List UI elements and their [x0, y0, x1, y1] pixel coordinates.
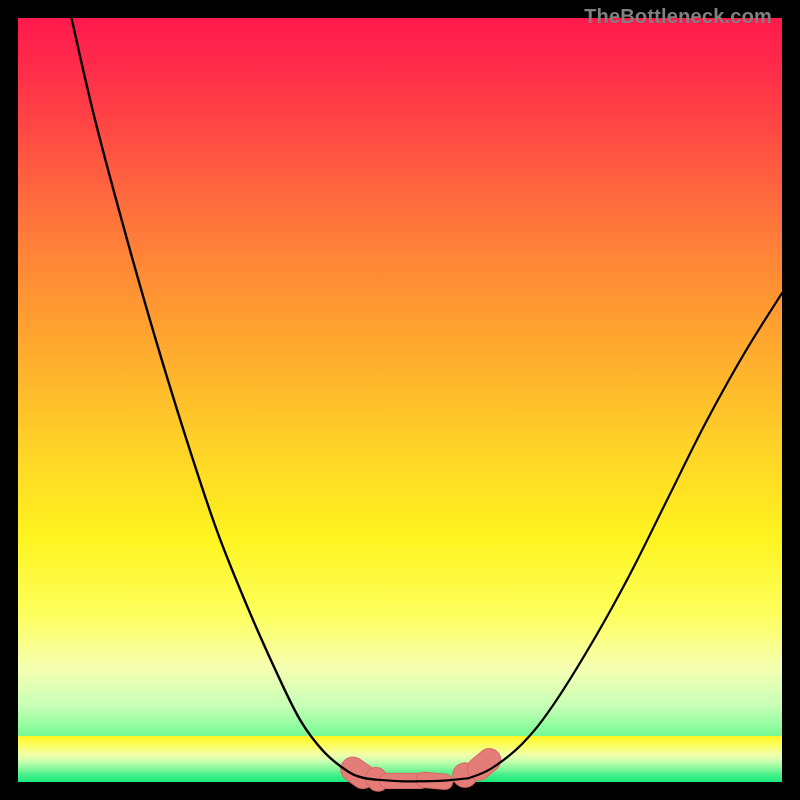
right-curve-line: [469, 293, 782, 778]
valley-blobs-group: [336, 744, 506, 796]
watermark-text: TheBottleneck.com: [584, 6, 772, 29]
chart-plot-area: [18, 18, 782, 782]
outer-frame: TheBottleneck.com: [0, 0, 800, 800]
left-curve-line: [71, 18, 377, 780]
chart-svg: [18, 18, 782, 782]
